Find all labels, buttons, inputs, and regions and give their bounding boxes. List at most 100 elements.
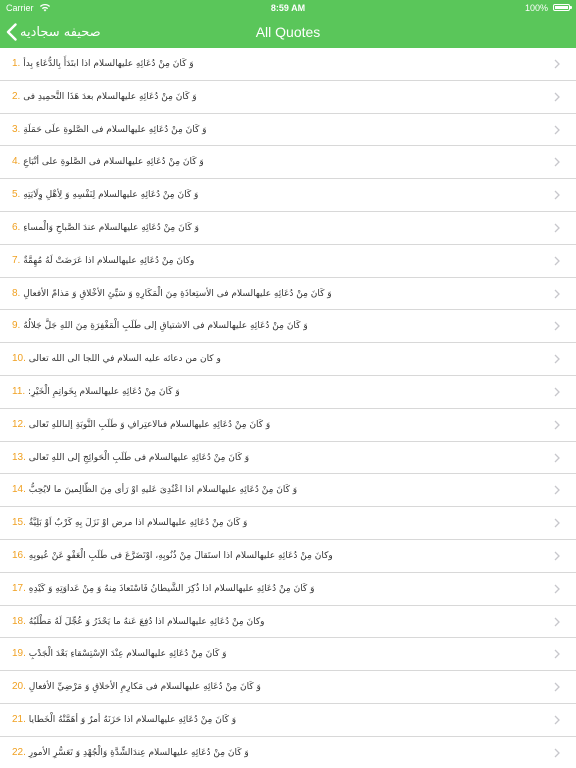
quote-title: وَ كَانَ مِنْ دُعَائِهِ عليهالسلام عِندَ…	[28, 747, 249, 758]
quote-number: 9.	[12, 320, 21, 332]
quote-title: وَ كَانَ مِنْ دُعَائِهِ عليهالسلام اذا ح…	[28, 714, 237, 725]
chevron-right-icon	[554, 125, 560, 135]
quote-row[interactable]: 12. وَ كَانَ مِنْ دُعَائِهِ عليهالسلام ف…	[0, 409, 576, 442]
quote-title: وَ كَانَ مِنْ دُعَائِهِ عليهالسلام فى ال…	[23, 321, 308, 332]
quote-row-content: 16. وكانَ مِنْ دُعَائِهِ عليهالسلام اذا …	[12, 540, 536, 572]
quote-row[interactable]: 10. و كان من دعائه عليه السلام في اللجا …	[0, 343, 576, 376]
chevron-right-icon	[554, 289, 560, 299]
quote-title: وَ كَانَ مِنْ دُعَائِهِ عليهالسلام عندَ …	[23, 222, 199, 233]
quote-row[interactable]: 19. وَ كَانَ مِنْ دُعَائِهِ عليهالسلام ع…	[0, 638, 576, 672]
quote-title: وَ كَانَ مِنْ دُعَائِهِ عليهالسلام فى ال…	[23, 288, 332, 299]
chevron-right-icon	[554, 485, 560, 495]
quote-title: وَ كَانَ مِنْ دُعَائِهِ عليهالسلام لِنَف…	[23, 190, 199, 201]
quote-title: وَ كَانَ مِنْ دُعَائِهِ عليهالسلام اذا ا…	[23, 59, 194, 69]
quote-title: وَ كَانَ مِنْ دُعَائِهِ عليهالسلام عِنْد…	[28, 649, 227, 660]
quote-title: وَ كَانَ مِنْ دُعَائِهِ عليهالسلام اذا ا…	[28, 485, 298, 496]
quote-row[interactable]: 22. وَ كَانَ مِنْ دُعَائِهِ عليهالسلام ع…	[0, 737, 576, 768]
quote-number: 3.	[12, 123, 21, 135]
quote-title: وَ كَانَ مِنْ دُعَائِهِ عليهالسلام فى ال…	[23, 124, 207, 135]
chevron-right-icon	[554, 518, 560, 528]
quote-row[interactable]: 6. وَ كَانَ مِنْ دُعَائِهِ عليهالسلام عن…	[0, 212, 576, 245]
chevron-right-icon	[554, 157, 560, 167]
quote-title: وَ كَانَ مِنْ دُعَائِهِ عليهالسلام اذا م…	[28, 518, 248, 529]
page-title: All Quotes	[255, 24, 321, 40]
chevron-right-icon	[554, 321, 560, 331]
quote-list: 1. وَ كَانَ مِنْ دُعَائِهِ عليهالسلام اذ…	[0, 48, 576, 768]
quote-number: 6.	[12, 221, 21, 233]
quote-row-content: 21. وَ كَانَ مِنْ دُعَائِهِ عليهالسلام ا…	[12, 704, 536, 736]
quote-row-content: 18. وكانَ مِنْ دُعَائِهِ عليهالسلام اذا …	[12, 606, 536, 638]
quote-row-content: 17. وَ كَانَ مِنْ دُعَائِهِ عليهالسلام ا…	[12, 573, 536, 605]
chevron-right-icon	[554, 748, 560, 758]
quote-row[interactable]: 8. وَ كَانَ مِنْ دُعَائِهِ عليهالسلام فى…	[0, 278, 576, 311]
chevron-right-icon	[554, 190, 560, 200]
chevron-right-icon	[554, 584, 560, 594]
quote-title: وَ كَانَ مِنْ دُعَائِهِ عليهالسلام اذا ذ…	[28, 583, 315, 594]
quote-title: وكانَ مِنْ دُعَائِهِ عليهالسلام اذا دُفِ…	[28, 616, 265, 627]
quote-row[interactable]: 2. وَ كَانَ مِنْ دُعَائِهِ عليهالسلام بع…	[0, 81, 576, 114]
battery-icon	[553, 4, 572, 11]
quote-number: 12.	[12, 418, 26, 430]
quote-number: 20.	[12, 681, 26, 693]
chevron-right-icon	[554, 617, 560, 627]
status-bar: Carrier 8:59 AM 100%	[0, 0, 576, 16]
quote-title: و كان من دعائه عليه السلام في اللجا الى …	[28, 354, 221, 365]
quote-title: وَ كَانَ مِنْ دُعَائِهِ عليهالسلام فى طَ…	[28, 452, 250, 463]
quote-row-content: 1. وَ كَانَ مِنْ دُعَائِهِ عليهالسلام اذ…	[12, 48, 536, 80]
quote-row[interactable]: 18. وكانَ مِنْ دُعَائِهِ عليهالسلام اذا …	[0, 606, 576, 639]
quote-row-content: 7. وكانَ مِنْ دُعَائِهِ عليهالسلام اذا ع…	[12, 245, 536, 277]
quote-row[interactable]: 7. وكانَ مِنْ دُعَائِهِ عليهالسلام اذا ع…	[0, 245, 576, 278]
quote-row[interactable]: 11. وَ كَانَ مِنْ دُعَائِهِ عليهالسلام ب…	[0, 376, 576, 409]
quote-row-content: 14. وَ كَانَ مِنْ دُعَائِهِ عليهالسلام ا…	[12, 474, 536, 506]
quote-number: 5.	[12, 189, 21, 201]
quote-number: 2.	[12, 90, 21, 102]
quote-title: وَ كَانَ مِنْ دُعَائِهِ عليهالسلام فى مَ…	[28, 682, 261, 693]
quote-row[interactable]: 21. وَ كَانَ مِنْ دُعَائِهِ عليهالسلام ا…	[0, 704, 576, 737]
quote-row-content: 9. وَ كَانَ مِنْ دُعَائِهِ عليهالسلام فى…	[12, 310, 536, 342]
chevron-right-icon	[554, 682, 560, 692]
quote-row-content: 8. وَ كَانَ مِنْ دُعَائِهِ عليهالسلام فى…	[12, 278, 536, 310]
quote-number: 18.	[12, 615, 26, 627]
chevron-right-icon	[554, 649, 560, 659]
quote-row-content: 20. وَ كَانَ مِنْ دُعَائِهِ عليهالسلام ف…	[12, 671, 536, 703]
quote-row-content: 15. وَ كَانَ مِنْ دُعَائِهِ عليهالسلام ا…	[12, 507, 536, 539]
quote-row-content: 13. وَ كَانَ مِنْ دُعَائِهِ عليهالسلام ف…	[12, 442, 536, 474]
quote-number: 11.	[12, 385, 26, 397]
quote-row[interactable]: 17. وَ كَانَ مِنْ دُعَائِهِ عليهالسلام ا…	[0, 573, 576, 606]
quote-number: 22.	[12, 746, 26, 758]
clock: 8:59 AM	[270, 3, 306, 13]
quote-row-content: 11. وَ كَانَ مِنْ دُعَائِهِ عليهالسلام ب…	[12, 376, 536, 408]
chevron-right-icon	[554, 453, 560, 463]
quote-row-content: 4. وَ كَانَ مِنْ دُعَائِهِ عليهالسلام فى…	[12, 146, 536, 178]
quote-number: 19.	[12, 648, 26, 660]
quote-row[interactable]: 5. وَ كَانَ مِنْ دُعَائِهِ عليهالسلام لِ…	[0, 179, 576, 212]
quote-row[interactable]: 3. وَ كَانَ مِنْ دُعَائِهِ عليهالسلام فى…	[0, 114, 576, 147]
quote-row[interactable]: 1. وَ كَانَ مِنْ دُعَائِهِ عليهالسلام اذ…	[0, 48, 576, 81]
quote-title: وكانَ مِنْ دُعَائِهِ عليهالسلام اذا استَ…	[28, 550, 333, 561]
quote-row[interactable]: 14. وَ كَانَ مِنْ دُعَائِهِ عليهالسلام ا…	[0, 474, 576, 508]
quote-row[interactable]: 13. وَ كَانَ مِنْ دُعَائِهِ عليهالسلام ف…	[0, 442, 576, 475]
quote-row-content: 5. وَ كَانَ مِنْ دُعَائِهِ عليهالسلام لِ…	[12, 179, 536, 211]
quote-number: 16.	[12, 549, 26, 561]
quote-number: 4.	[12, 156, 21, 168]
quote-row-content: 22. وَ كَانَ مِنْ دُعَائِهِ عليهالسلام ع…	[12, 737, 536, 768]
quote-row[interactable]: 20. وَ كَانَ مِنْ دُعَائِهِ عليهالسلام ف…	[0, 671, 576, 704]
quote-row[interactable]: 9. وَ كَانَ مِنْ دُعَائِهِ عليهالسلام فى…	[0, 310, 576, 344]
quote-number: 1.	[12, 58, 21, 69]
quote-number: 10.	[12, 353, 26, 365]
quote-row[interactable]: 15. وَ كَانَ مِنْ دُعَائِهِ عليهالسلام ا…	[0, 507, 576, 540]
quote-row[interactable]: 16. وكانَ مِنْ دُعَائِهِ عليهالسلام اذا …	[0, 540, 576, 573]
chevron-right-icon	[554, 223, 560, 233]
quote-number: 7.	[12, 254, 21, 266]
quote-row-content: 2. وَ كَانَ مِنْ دُعَائِهِ عليهالسلام بع…	[12, 81, 536, 113]
quote-title: وكانَ مِنْ دُعَائِهِ عليهالسلام اذا عَرَ…	[23, 255, 195, 266]
quote-row-content: 6. وَ كَانَ مِنْ دُعَائِهِ عليهالسلام عن…	[12, 212, 536, 244]
quote-title: وَ كَانَ مِنْ دُعَائِهِ عليهالسلام فىالا…	[28, 419, 271, 430]
quote-number: 17.	[12, 582, 26, 594]
quote-number: 21.	[12, 713, 26, 725]
quote-row[interactable]: 4. وَ كَانَ مِنْ دُعَائِهِ عليهالسلام فى…	[0, 146, 576, 180]
quote-number: 15.	[12, 517, 26, 529]
navigation-bar: صحیفه سجادیه All Quotes	[0, 16, 576, 48]
chevron-right-icon	[554, 92, 560, 102]
chevron-right-icon	[554, 256, 560, 266]
